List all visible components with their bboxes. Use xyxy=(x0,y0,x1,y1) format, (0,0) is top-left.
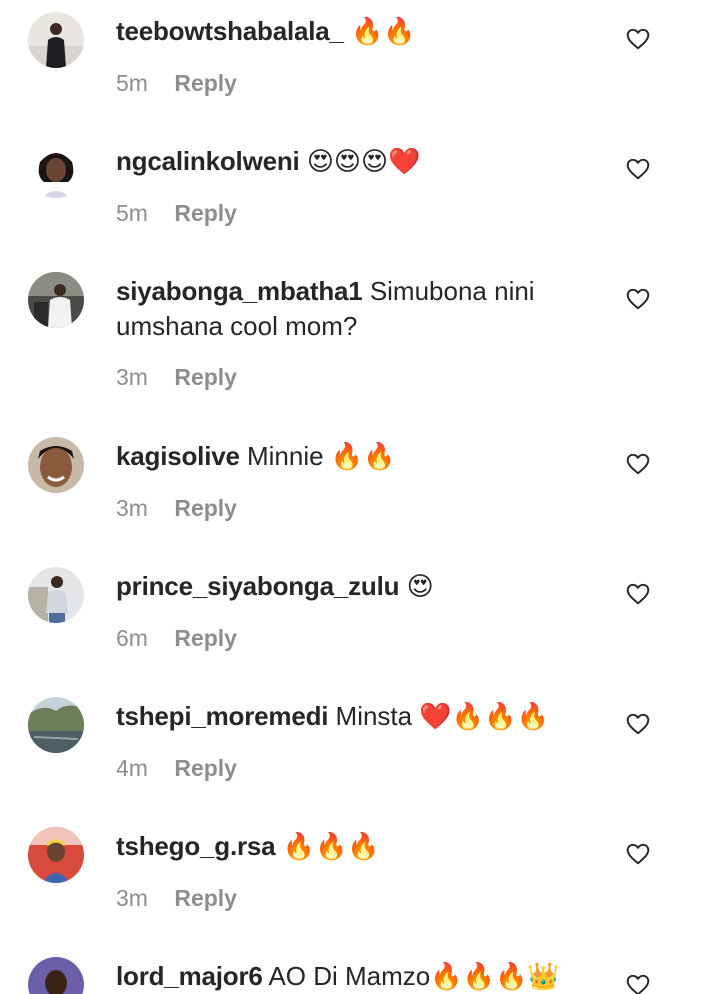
avatar[interactable] xyxy=(28,142,84,198)
heart-icon[interactable] xyxy=(625,841,651,867)
avatar[interactable] xyxy=(28,567,84,623)
comment-text: 🔥🔥🔥 xyxy=(282,831,380,861)
comment-time: 5m xyxy=(116,200,148,226)
reply-button[interactable]: Reply xyxy=(174,70,237,96)
comment-time: 6m xyxy=(116,625,148,651)
comment-item: kagisolive Minnie 🔥🔥 3m Reply xyxy=(0,437,720,537)
comment-meta: 5m Reply xyxy=(116,200,237,227)
comment-meta: 3m Reply xyxy=(116,885,237,912)
comment-text: Minnie 🔥🔥 xyxy=(246,441,396,471)
comment-meta: 3m Reply xyxy=(116,364,237,391)
comment-item: ngcalinkolweni 😍😍😍❤️ 5m Reply xyxy=(0,142,720,242)
comment-item: lord_major6 AO Di Mamzo🔥🔥🔥👑👑 xyxy=(0,957,720,994)
comment-meta: 3m Reply xyxy=(116,495,237,522)
comment-item: prince_siyabonga_zulu 😍 6m Reply xyxy=(0,567,720,667)
comment-body: kagisolive Minnie 🔥🔥 xyxy=(116,439,586,474)
username-link[interactable]: lord_major6 xyxy=(116,961,263,991)
comment-body: tshego_g.rsa 🔥🔥🔥 xyxy=(116,829,586,864)
username-link[interactable]: ngcalinkolweni xyxy=(116,146,300,176)
heart-icon[interactable] xyxy=(625,26,651,52)
username-link[interactable]: tshepi_moremedi xyxy=(116,701,328,731)
comment-meta: 6m Reply xyxy=(116,625,237,652)
avatar[interactable] xyxy=(28,697,84,753)
comment-text: 😍😍😍❤️ xyxy=(306,146,421,176)
comment-meta: 4m Reply xyxy=(116,755,237,782)
heart-icon[interactable] xyxy=(625,581,651,607)
comment-body: lord_major6 AO Di Mamzo🔥🔥🔥👑👑 xyxy=(116,959,586,994)
avatar[interactable] xyxy=(28,272,84,328)
reply-button[interactable]: Reply xyxy=(174,364,237,390)
heart-icon[interactable] xyxy=(625,286,651,312)
reply-button[interactable]: Reply xyxy=(174,885,237,911)
comment-text: 🔥🔥 xyxy=(351,16,416,46)
comment-time: 5m xyxy=(116,70,148,96)
heart-icon[interactable] xyxy=(625,711,651,737)
username-link[interactable]: tshego_g.rsa xyxy=(116,831,276,861)
comment-item: tshego_g.rsa 🔥🔥🔥 3m Reply xyxy=(0,827,720,927)
comment-body: siyabonga_mbatha1 Simubona nini umshana … xyxy=(116,274,586,344)
comment-item: tshepi_moremedi Minsta ❤️🔥🔥🔥 4m Reply xyxy=(0,697,720,797)
username-link[interactable]: teebowtshabalala_ xyxy=(116,16,344,46)
reply-button[interactable]: Reply xyxy=(174,200,237,226)
comment-meta: 5m Reply xyxy=(116,70,237,97)
comment-body: ngcalinkolweni 😍😍😍❤️ xyxy=(116,144,586,179)
heart-icon[interactable] xyxy=(625,451,651,477)
comment-text: Minsta ❤️🔥🔥🔥 xyxy=(335,701,549,731)
comment-time: 3m xyxy=(116,885,148,911)
comment-time: 3m xyxy=(116,495,148,521)
reply-button[interactable]: Reply xyxy=(174,625,237,651)
avatar[interactable] xyxy=(28,437,84,493)
comment-time: 4m xyxy=(116,755,148,781)
comment-item: teebowtshabalala_ 🔥🔥 5m Reply xyxy=(0,12,720,112)
heart-icon[interactable] xyxy=(625,972,651,994)
comment-item: siyabonga_mbatha1 Simubona nini umshana … xyxy=(0,272,720,402)
heart-icon[interactable] xyxy=(625,156,651,182)
reply-button[interactable]: Reply xyxy=(174,755,237,781)
avatar[interactable] xyxy=(28,827,84,883)
comment-body: prince_siyabonga_zulu 😍 xyxy=(116,569,586,604)
comment-time: 3m xyxy=(116,364,148,390)
comment-text: 😍 xyxy=(406,571,434,601)
avatar[interactable] xyxy=(28,12,84,68)
username-link[interactable]: siyabonga_mbatha1 xyxy=(116,276,363,306)
reply-button[interactable]: Reply xyxy=(174,495,237,521)
comment-body: tshepi_moremedi Minsta ❤️🔥🔥🔥 xyxy=(116,699,586,734)
username-link[interactable]: prince_siyabonga_zulu xyxy=(116,571,400,601)
username-link[interactable]: kagisolive xyxy=(116,441,240,471)
comment-body: teebowtshabalala_ 🔥🔥 xyxy=(116,14,586,49)
avatar[interactable] xyxy=(28,957,84,994)
